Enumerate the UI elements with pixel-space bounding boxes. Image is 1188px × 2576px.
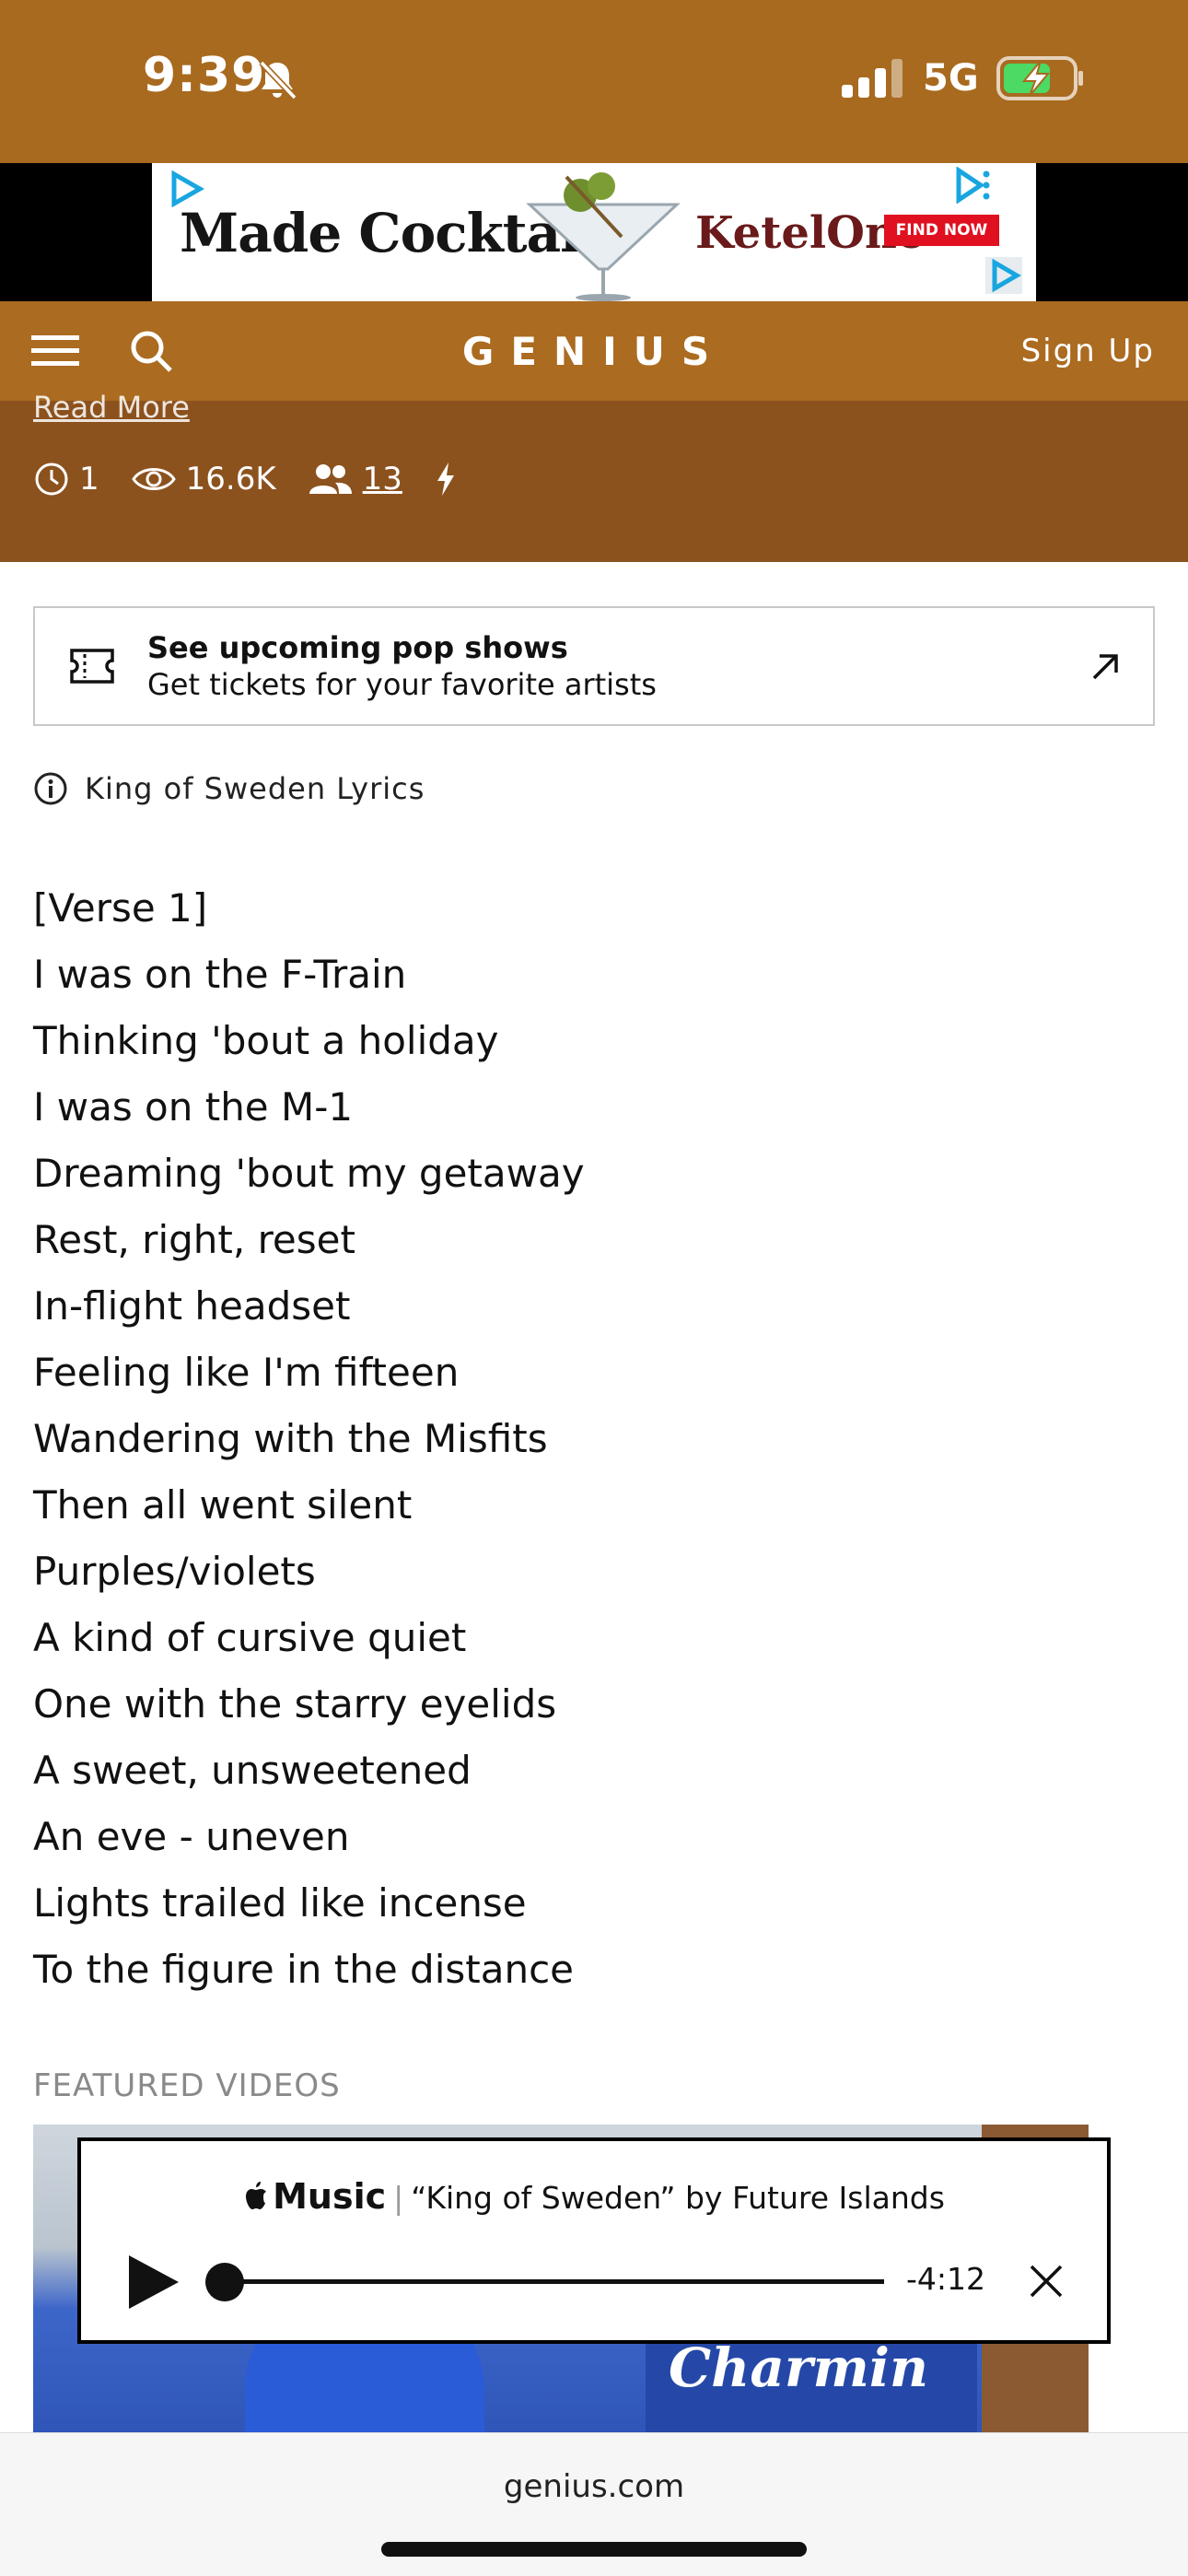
tickets-title: See upcoming pop shows (147, 630, 568, 665)
player-header: Music | “King of Sweden” by Future Islands (81, 2176, 1107, 2217)
lyric-line[interactable]: I was on the F-Train (33, 942, 1138, 1008)
genius-logo[interactable]: GENIUS (0, 329, 1188, 374)
browser-address-bar[interactable]: genius.com (0, 2432, 1188, 2576)
network-type: 5G (923, 57, 979, 100)
status-bar: 9:39 5G (0, 0, 1188, 163)
progress-track[interactable] (219, 2279, 884, 2284)
tickets-card[interactable]: See upcoming pop shows Get tickets for y… (33, 606, 1155, 726)
progress-scrubber[interactable] (205, 2263, 244, 2301)
external-arrow-icon (1092, 654, 1118, 680)
stat-views-value: 16.6K (185, 461, 276, 498)
stat-contributors-value[interactable]: 13 (363, 461, 402, 498)
bell-muted-icon (259, 60, 297, 100)
ad-cta-button[interactable]: FIND NOW (884, 215, 999, 246)
lyric-line[interactable]: [Verse 1] (33, 875, 1138, 942)
lyric-line[interactable]: Lights trailed like incense (33, 1870, 1138, 1937)
site-header: GENIUS Sign Up (0, 301, 1188, 401)
lyric-line[interactable]: An eve - uneven (33, 1804, 1138, 1870)
apple-music-player: Music | “King of Sweden” by Future Islands… (77, 2137, 1111, 2344)
lyric-line[interactable]: To the figure in the distance (33, 1937, 1138, 2003)
tickets-subtitle: Get tickets for your favorite artists (147, 667, 657, 702)
ad-banner[interactable]: Made Cocktail KetelOne FIND NOW (152, 163, 1036, 301)
status-time: 9:39 (143, 48, 266, 103)
stat-events-value: 1 (79, 461, 99, 498)
play-icon[interactable] (123, 2252, 182, 2313)
video-package-text: Charmin (669, 2336, 929, 2399)
home-indicator[interactable] (381, 2542, 807, 2557)
lyric-line[interactable]: A kind of cursive quiet (33, 1605, 1138, 1671)
eye-icon (131, 468, 176, 490)
lyric-line[interactable]: A sweet, unsweetened (33, 1738, 1138, 1804)
player-track: “King of Sweden” by Future Islands (411, 2180, 945, 2216)
url-text[interactable]: genius.com (0, 2468, 1188, 2505)
ticket-icon (70, 649, 114, 684)
time-remaining: -4:12 (906, 2261, 986, 2297)
lyric-line[interactable]: In-flight headset (33, 1273, 1138, 1340)
lyric-line[interactable]: Wandering with the Misfits (33, 1406, 1138, 1472)
lyric-line[interactable]: Thinking 'bout a holiday (33, 1008, 1138, 1074)
lyric-line[interactable]: Then all went silent (33, 1472, 1138, 1539)
lyric-line[interactable]: Feeling like I'm fifteen (33, 1340, 1138, 1406)
battery-charging-icon (996, 56, 1083, 100)
info-icon (34, 772, 67, 805)
ad-info-icon[interactable] (953, 167, 990, 204)
lyrics-body: [Verse 1] I was on the F-Train Thinking … (33, 875, 1138, 2003)
lyric-line[interactable]: One with the starry eyelids (33, 1671, 1138, 1738)
song-stats: 1 16.6K 13 (33, 459, 467, 499)
sign-up-link[interactable]: Sign Up (1021, 333, 1155, 369)
ad-close-icon[interactable] (985, 257, 1022, 294)
cellular-signal-icon (842, 59, 903, 98)
stat-events: 1 (33, 461, 99, 498)
featured-videos-label: FEATURED VIDEOS (33, 2067, 341, 2104)
song-header: Read More 1 16.6K 13 (0, 390, 1188, 562)
lyric-line[interactable]: I was on the M-1 (33, 1074, 1138, 1141)
lyrics-title[interactable]: King of Sweden Lyrics (33, 767, 425, 810)
lyric-line[interactable]: Purples/violets (33, 1539, 1138, 1605)
lyrics-title-text: King of Sweden Lyrics (85, 771, 425, 806)
martini-glass-image (526, 172, 681, 301)
player-separator: | (393, 2180, 404, 2216)
read-more-link[interactable]: Read More (33, 390, 190, 425)
close-icon[interactable] (1028, 2263, 1065, 2300)
stat-contributors[interactable]: 13 (308, 461, 402, 498)
apple-music-label: Music (273, 2176, 387, 2217)
lightning-icon[interactable] (434, 461, 458, 498)
lyric-line[interactable]: Rest, right, reset (33, 1207, 1138, 1273)
lyric-line[interactable]: Dreaming 'bout my getaway (33, 1141, 1138, 1207)
stat-views: 16.6K (131, 461, 276, 498)
clock-icon (35, 463, 68, 496)
contributors-icon (309, 464, 352, 494)
apple-logo-icon (246, 2182, 267, 2209)
